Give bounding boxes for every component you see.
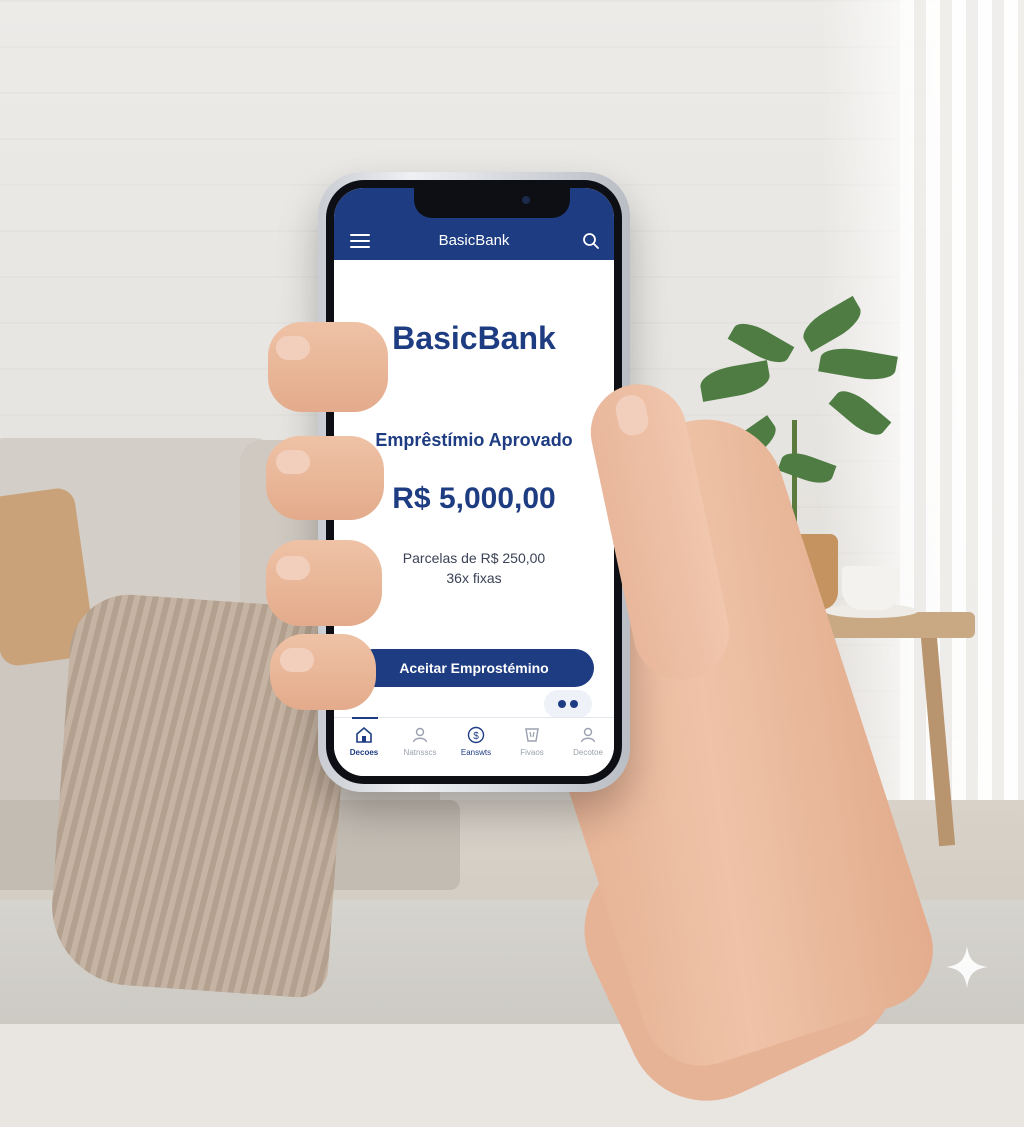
finger [266, 436, 384, 520]
search-icon[interactable] [582, 232, 600, 250]
tab-label: Fivaos [520, 748, 544, 757]
camera-icon [522, 196, 530, 204]
tab-label: Decoes [349, 748, 379, 757]
fingernail [280, 648, 314, 672]
finger [270, 634, 376, 710]
fingernail [276, 450, 310, 474]
tab-label: Eanswts [460, 748, 492, 757]
finger [268, 322, 388, 412]
svg-text:$: $ [473, 731, 479, 742]
fingernail [276, 556, 310, 580]
tab-label: Natnsscs [403, 748, 437, 757]
thumbnail [613, 392, 651, 438]
tab-eanswts[interactable]: $ Eanswts [448, 718, 504, 776]
chat-bubble-icon[interactable] [544, 690, 592, 718]
tab-home[interactable]: Decoes [336, 717, 392, 776]
phone-notch [414, 188, 570, 218]
tab-decotoe[interactable]: Decotoe [560, 718, 614, 776]
finger [266, 540, 382, 626]
tab-fivaos[interactable]: Fivaos [504, 718, 560, 776]
curtain [900, 0, 1024, 840]
coin-icon: $ [467, 726, 485, 744]
user-icon [412, 727, 428, 743]
home-icon [356, 726, 372, 743]
card-icon [525, 728, 539, 742]
bottom-tab-bar: Decoes Natnsscs $ Eanswts Fivaos Decotoe [334, 717, 614, 776]
coffee-cup [842, 566, 900, 610]
tab-natnsscs[interactable]: Natnsscs [392, 718, 448, 776]
profile-icon [580, 727, 596, 743]
sparkle-icon [946, 946, 988, 988]
accept-loan-button[interactable]: Aceitar Emprostémino [354, 649, 594, 687]
header-title: BasicBank [438, 232, 510, 249]
fingernail [276, 336, 310, 360]
tab-label: Decotoe [573, 748, 603, 757]
